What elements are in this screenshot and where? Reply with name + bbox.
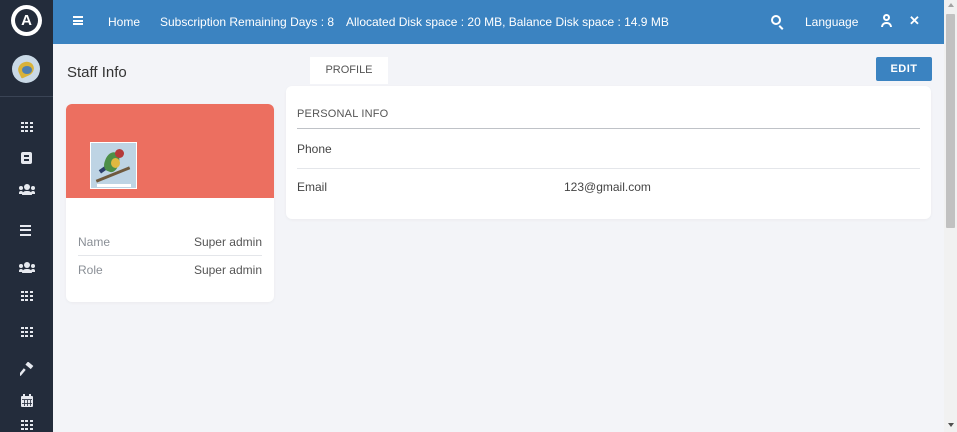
email-value: 123@gmail.com — [564, 180, 651, 194]
calendar-icon — [20, 393, 33, 407]
sidebar-item-card[interactable] — [0, 146, 53, 170]
scrollbar[interactable] — [944, 0, 957, 432]
logo-letter: A — [15, 9, 38, 32]
sidebar-item-grid-2[interactable] — [0, 284, 53, 308]
sidebar-item-staff[interactable] — [0, 255, 53, 279]
profile-label: Role — [78, 263, 103, 277]
top-bar: Home Subscription Remaining Days : 8 All… — [53, 0, 944, 44]
profile-value: Super admin — [193, 263, 262, 277]
hammer-icon — [19, 362, 33, 376]
sidebar-item-dashboard[interactable] — [0, 115, 53, 139]
user-icon[interactable] — [881, 14, 892, 27]
edit-button[interactable]: EDIT — [876, 57, 932, 81]
fullscreen-icon[interactable]: ✕ — [909, 14, 920, 27]
personal-info-card: PERSONAL INFO Phone Email 123@gmail.com — [286, 86, 931, 219]
home-link[interactable]: Home — [108, 0, 140, 44]
sidebar-item-users[interactable] — [0, 177, 53, 201]
email-label: Email — [297, 180, 328, 194]
sidebar-divider — [0, 96, 53, 97]
sidebar-item-list[interactable] — [0, 218, 53, 242]
personal-info-heading: PERSONAL INFO — [297, 108, 389, 120]
app-logo[interactable]: A — [11, 5, 42, 36]
users-icon — [18, 183, 35, 195]
sidebar-item-grid-3[interactable] — [0, 320, 53, 344]
scroll-down-arrow-icon[interactable] — [948, 423, 954, 427]
grid-icon — [20, 122, 33, 132]
search-icon[interactable] — [771, 15, 781, 25]
profile-row-name: Name Super admin — [78, 228, 262, 256]
card-icon — [21, 152, 32, 164]
scroll-up-arrow-icon[interactable] — [948, 3, 954, 7]
profile-row-role: Role Super admin — [78, 256, 262, 284]
menu-icon[interactable] — [73, 16, 83, 25]
sidebar-item-tools[interactable] — [0, 357, 53, 381]
profile-card: Name Super admin Role Super admin — [66, 104, 274, 302]
disk-space-info: Allocated Disk space : 20 MB, Balance Di… — [346, 15, 669, 29]
profile-label: Name — [78, 235, 111, 249]
list-icon — [20, 224, 33, 236]
grid-icon — [20, 420, 33, 430]
sidebar-item-grid-4[interactable] — [0, 420, 53, 432]
profile-photo[interactable] — [90, 142, 137, 189]
page-title: Staff Info — [67, 64, 127, 81]
divider — [297, 128, 920, 129]
profile-value: Super admin — [193, 235, 262, 249]
language-menu[interactable]: Language — [805, 0, 858, 44]
divider — [297, 168, 920, 169]
sidebar-avatar[interactable] — [12, 55, 40, 83]
sidebar: A — [0, 0, 53, 432]
grid-icon — [20, 291, 33, 301]
grid-icon — [20, 327, 33, 337]
scroll-thumb[interactable] — [946, 14, 955, 228]
tab-profile[interactable]: PROFILE — [310, 57, 388, 84]
subscription-info: Subscription Remaining Days : 8 — [160, 15, 335, 29]
users-icon — [18, 261, 35, 273]
phone-label: Phone — [297, 142, 332, 156]
sidebar-item-calendar[interactable] — [0, 388, 53, 412]
